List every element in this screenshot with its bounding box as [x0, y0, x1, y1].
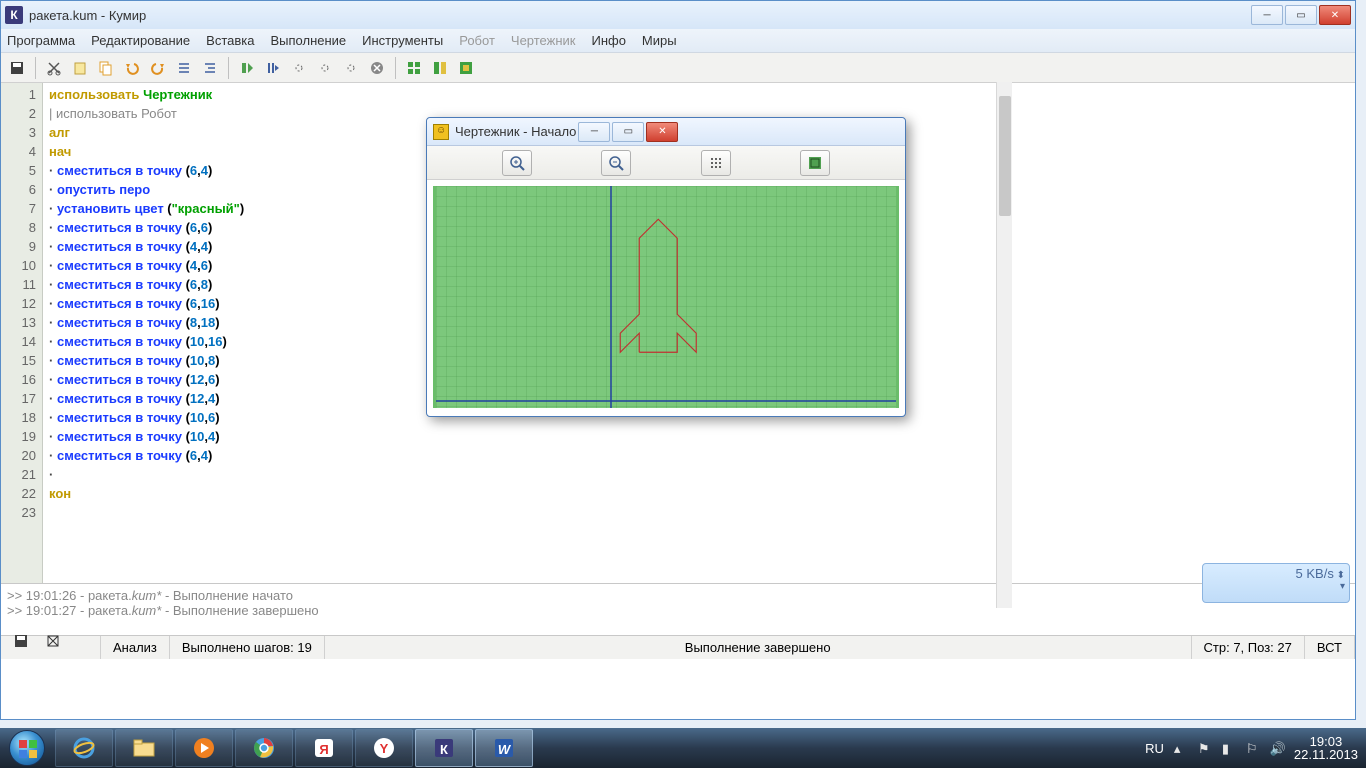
- menu-выполнение[interactable]: Выполнение: [270, 33, 346, 48]
- clear-icon[interactable]: [41, 629, 65, 653]
- console[interactable]: >> 19:01:26 - ракета.kum* - Выполнение н…: [1, 583, 1355, 635]
- step-into-icon[interactable]: [287, 56, 311, 80]
- draft-close-button[interactable]: ✕: [646, 122, 678, 142]
- task-kumir[interactable]: К: [415, 729, 473, 767]
- minimize-button[interactable]: ─: [1251, 5, 1283, 25]
- menu-чертежник[interactable]: Чертежник: [511, 33, 576, 48]
- menu-программа[interactable]: Программа: [7, 33, 75, 48]
- fit-icon[interactable]: [800, 150, 830, 176]
- step-icon[interactable]: [261, 56, 285, 80]
- tray-flag-icon[interactable]: ⚑: [1198, 741, 1212, 755]
- step-out-icon[interactable]: [339, 56, 363, 80]
- grid1-icon[interactable]: [402, 56, 426, 80]
- network-notification[interactable]: 5 KB/s ⬍▾: [1202, 563, 1350, 603]
- zoom-out-icon[interactable]: [601, 150, 631, 176]
- side-pane: [1003, 83, 1355, 583]
- task-ie[interactable]: [55, 729, 113, 767]
- menu-миры[interactable]: Миры: [642, 33, 677, 48]
- svg-text:W: W: [498, 742, 512, 757]
- grid3-icon[interactable]: [454, 56, 478, 80]
- paste-icon[interactable]: [68, 56, 92, 80]
- status-state: Выполнение завершено: [325, 636, 1192, 659]
- copy-icon[interactable]: [94, 56, 118, 80]
- stop-icon[interactable]: [365, 56, 389, 80]
- notif-speed: 5 KB/s: [1296, 566, 1334, 581]
- menu-инфо[interactable]: Инфо: [591, 33, 625, 48]
- menubar: Программа Редактирование Вставка Выполнение…: [1, 29, 1355, 53]
- task-word[interactable]: W: [475, 729, 533, 767]
- status-pos: Стр: 7, Поз: 27: [1192, 636, 1305, 659]
- menu-вставка[interactable]: Вставка: [206, 33, 254, 48]
- toolbar: [1, 53, 1355, 83]
- grid2-icon[interactable]: [428, 56, 452, 80]
- tray-network-icon[interactable]: ▮: [1222, 741, 1236, 755]
- system-tray[interactable]: RU ▴ ⚑ ▮ ⚐ 🔊 19:03 22.11.2013: [1137, 735, 1366, 761]
- redo-icon[interactable]: [146, 56, 170, 80]
- save-icon[interactable]: [5, 56, 29, 80]
- svg-text:Я: Я: [319, 742, 328, 757]
- editor-vscrollbar[interactable]: [996, 82, 1012, 608]
- draft-maximize-button[interactable]: ▭: [612, 122, 644, 142]
- status-mode: ВСТ: [1305, 636, 1355, 659]
- list-icon[interactable]: [172, 56, 196, 80]
- tray-volume-icon[interactable]: 🔊: [1270, 741, 1284, 755]
- draft-app-icon: [433, 124, 449, 140]
- tray-action-icon[interactable]: ⚐: [1246, 741, 1260, 755]
- task-yandex[interactable]: Я: [295, 729, 353, 767]
- draft-minimize-button[interactable]: ─: [578, 122, 610, 142]
- draft-window[interactable]: Чертежник - Начало ─ ▭ ✕: [426, 117, 906, 417]
- close-button[interactable]: ✕: [1319, 5, 1351, 25]
- indent-icon[interactable]: [198, 56, 222, 80]
- app-icon: К: [5, 6, 23, 24]
- status-analyze[interactable]: Анализ: [101, 636, 170, 659]
- statusbar: Анализ Выполнено шагов: 19 Выполнение за…: [1, 635, 1355, 659]
- step-over-icon[interactable]: [313, 56, 337, 80]
- zoom-in-icon[interactable]: [502, 150, 532, 176]
- draft-canvas[interactable]: [433, 186, 899, 408]
- draft-titlebar[interactable]: Чертежник - Начало ─ ▭ ✕: [427, 118, 905, 146]
- cut-icon[interactable]: [42, 56, 66, 80]
- taskbar: Я Y К W RU ▴ ⚑ ▮ ⚐ 🔊 19:03 22.11.2013: [0, 728, 1366, 768]
- draft-title-text: Чертежник - Начало: [455, 124, 576, 139]
- line-gutter: 1234567891011121314151617181920212223: [1, 83, 43, 583]
- task-media[interactable]: [175, 729, 233, 767]
- tray-lang[interactable]: RU: [1145, 741, 1164, 756]
- titlebar[interactable]: К ракета.kum - Кумир ─ ▭ ✕: [1, 1, 1355, 29]
- run-icon[interactable]: [235, 56, 259, 80]
- menu-робот[interactable]: Робот: [459, 33, 495, 48]
- tray-arrow-icon[interactable]: ▴: [1174, 741, 1188, 755]
- task-explorer[interactable]: [115, 729, 173, 767]
- window-title: ракета.kum - Кумир: [29, 8, 146, 23]
- draft-toolbar: [427, 146, 905, 180]
- grid-toggle-icon[interactable]: [701, 150, 731, 176]
- menu-редактирование[interactable]: Редактирование: [91, 33, 190, 48]
- menu-инструменты[interactable]: Инструменты: [362, 33, 443, 48]
- start-button[interactable]: [0, 728, 54, 768]
- task-ybrowser[interactable]: Y: [355, 729, 413, 767]
- task-chrome[interactable]: [235, 729, 293, 767]
- save-small-icon[interactable]: [9, 629, 33, 653]
- svg-text:Y: Y: [380, 741, 389, 756]
- svg-text:К: К: [440, 742, 448, 757]
- bottom-toolbar: [1, 627, 101, 655]
- maximize-button[interactable]: ▭: [1285, 5, 1317, 25]
- status-steps: Выполнено шагов: 19: [170, 636, 325, 659]
- tray-clock[interactable]: 19:03 22.11.2013: [1294, 735, 1358, 761]
- undo-icon[interactable]: [120, 56, 144, 80]
